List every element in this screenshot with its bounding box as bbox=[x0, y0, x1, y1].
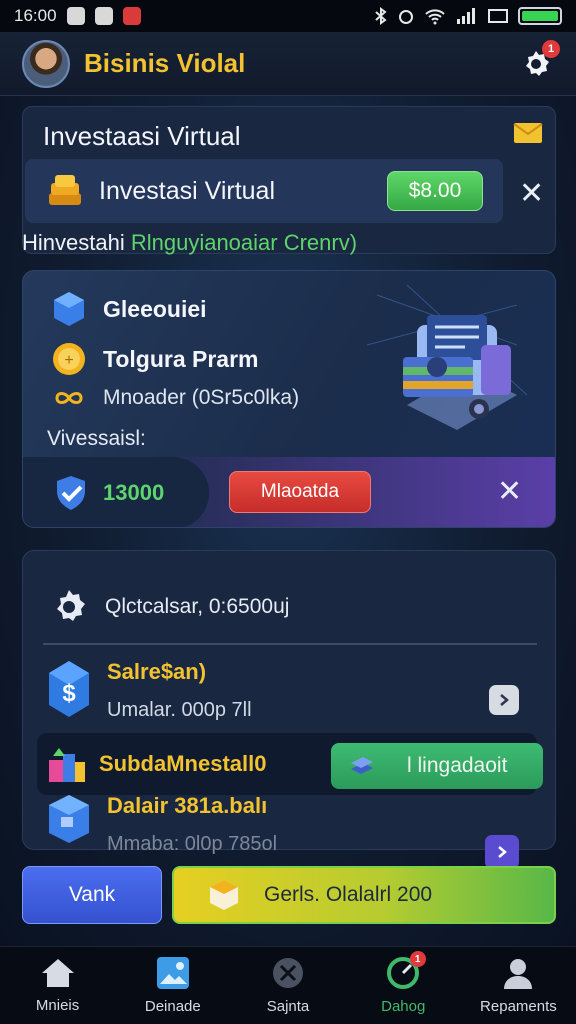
list-item-subtitle: Umalar. 000p 7ll bbox=[107, 699, 252, 721]
chevron-right-icon bbox=[498, 846, 507, 858]
box-icon bbox=[210, 880, 238, 910]
dollar-shield-icon: $ bbox=[49, 661, 89, 717]
investment-row[interactable]: Investasi Virtual $8.00 bbox=[25, 159, 503, 223]
section-label: Vivessaisl: bbox=[47, 427, 146, 450]
subheading-accent: Rlnguyianoaiar Crenrv) bbox=[130, 230, 358, 255]
gold-action-label: Gerls. Olalalrl 200 bbox=[264, 883, 433, 906]
nav-label: Deinade bbox=[144, 998, 201, 1015]
nav-label: Mnieis bbox=[35, 997, 80, 1014]
cube-icon bbox=[49, 795, 89, 843]
section-subheading: Hinvestahi Rlnguyianoaiar Crenrv) bbox=[22, 230, 357, 256]
list-item-title: Dalair 381a.balı bbox=[107, 793, 268, 818]
stack-icon bbox=[351, 757, 373, 774]
nav-label: Sajnta bbox=[266, 998, 310, 1015]
mail-icon[interactable] bbox=[513, 121, 543, 150]
list-item[interactable]: $ Salre$an) Umalar. 000p 7ll bbox=[47, 659, 252, 722]
nav-item-explore[interactable]: Sajnta bbox=[230, 947, 345, 1024]
photo-icon bbox=[156, 957, 189, 989]
signal-icon bbox=[457, 8, 475, 24]
feature-row-label: Gleeouiei bbox=[103, 295, 207, 322]
feature-row-label: Mnoader (0Sr5c0lka) bbox=[103, 386, 300, 409]
coin-icon: + bbox=[53, 343, 85, 375]
feature-card: Gleeouiei + Tolgura Prarm Mnoader (0Sr5c… bbox=[22, 270, 556, 528]
chevron-right-button[interactable] bbox=[489, 685, 519, 715]
list-item[interactable]: Dalair 381a.balı Mmaba: 0l0p 785ol bbox=[47, 793, 277, 856]
subscription-row[interactable]: SubdaMnestall0 l lingadaoit bbox=[37, 733, 543, 795]
action-button[interactable]: Mlaoatda bbox=[229, 471, 371, 513]
svg-text:$: $ bbox=[62, 680, 76, 707]
amount-bar: 13000 Mlaoatda ✕ bbox=[23, 457, 555, 527]
shield-check-icon bbox=[57, 476, 85, 510]
vank-button[interactable]: Vank bbox=[22, 866, 162, 924]
settings-row[interactable]: Qlctcalsar, 0:6500uj bbox=[49, 587, 289, 627]
investment-row-label: Investasi Virtual bbox=[99, 176, 276, 205]
subscribe-button-label: l lingadaoit bbox=[407, 754, 508, 777]
feature-row-label: Tolgura Prarm bbox=[103, 345, 259, 372]
nav-label: Repaments bbox=[480, 998, 557, 1015]
divider bbox=[43, 643, 537, 645]
app-notification-icon bbox=[122, 7, 141, 25]
list-item-title: Salre$an) bbox=[107, 659, 207, 684]
settings-label: Qlctcalsar, 0:6500uj bbox=[105, 595, 290, 618]
nav-item-photos[interactable]: Deinade bbox=[115, 947, 230, 1024]
subscribe-button[interactable]: l lingadaoit bbox=[331, 743, 543, 789]
bottom-nav: Mnieis Deinade Sajnta 1 Dahog Repaments bbox=[0, 946, 576, 1024]
feature-row: + Tolgura Prarm bbox=[49, 339, 259, 379]
app-screen: Bisinis Violal 1 Investaasi Virtual Inve… bbox=[0, 32, 576, 946]
feature-row: Mnoader (0Sr5c0lka) bbox=[49, 383, 299, 413]
amount-value: 13000 bbox=[103, 480, 165, 505]
coin-stack-icon bbox=[49, 175, 81, 205]
machine-illustration bbox=[366, 284, 537, 460]
svg-text:+: + bbox=[64, 352, 73, 369]
screen-icon bbox=[488, 9, 508, 23]
wifi-icon bbox=[425, 9, 445, 25]
gold-action-button[interactable]: Gerls. Olalalrl 200 bbox=[172, 866, 556, 924]
options-card: Qlctcalsar, 0:6500uj $ Salre$an) Umalar.… bbox=[22, 550, 556, 869]
nav-label: Dahog bbox=[381, 998, 426, 1015]
card-title: Investaasi Virtual bbox=[43, 121, 241, 151]
amount-pill: 13000 bbox=[23, 457, 209, 527]
action-row: Vank Gerls. Olalalrl 200 bbox=[22, 864, 556, 926]
list-item-subtitle: Mmaba: 0l0p 785ol bbox=[107, 833, 278, 855]
close-icon[interactable]: ✕ bbox=[519, 179, 544, 209]
subheading-prefix: Hinvestahi bbox=[22, 230, 125, 255]
price-button[interactable]: $8.00 bbox=[387, 171, 483, 211]
app-header: Bisinis Violal 1 bbox=[0, 32, 576, 96]
app-notification-icon bbox=[94, 7, 113, 25]
status-time: 16:00 bbox=[14, 6, 57, 25]
cube-icon bbox=[54, 292, 84, 326]
bluetooth-icon bbox=[375, 7, 387, 25]
home-icon bbox=[41, 959, 74, 987]
avatar[interactable] bbox=[22, 39, 70, 88]
app-title: Bisinis Violal bbox=[84, 48, 246, 78]
battery-icon bbox=[518, 7, 562, 25]
feature-row: Gleeouiei bbox=[49, 289, 207, 329]
user-icon bbox=[504, 959, 533, 989]
status-bar: 16:00 bbox=[0, 0, 576, 32]
app-notification-icon bbox=[66, 7, 85, 25]
alarm-icon bbox=[399, 10, 413, 24]
compass-icon bbox=[273, 958, 303, 988]
close-icon[interactable]: ✕ bbox=[497, 477, 522, 507]
nav-item-profile[interactable]: Repaments bbox=[461, 947, 576, 1024]
gear-icon bbox=[57, 590, 85, 621]
chevron-right-icon bbox=[500, 694, 509, 706]
notification-badge: 1 bbox=[542, 39, 560, 58]
nav-item-home[interactable]: Mnieis bbox=[0, 947, 115, 1024]
nav-badge: 1 bbox=[409, 951, 426, 967]
nav-item-dashboard[interactable]: 1 Dahog bbox=[346, 947, 461, 1024]
subscription-label: SubdaMnestall0 bbox=[99, 751, 267, 776]
gift-icon bbox=[49, 748, 85, 782]
infinity-icon bbox=[55, 392, 83, 404]
settings-button[interactable]: 1 bbox=[518, 39, 560, 82]
